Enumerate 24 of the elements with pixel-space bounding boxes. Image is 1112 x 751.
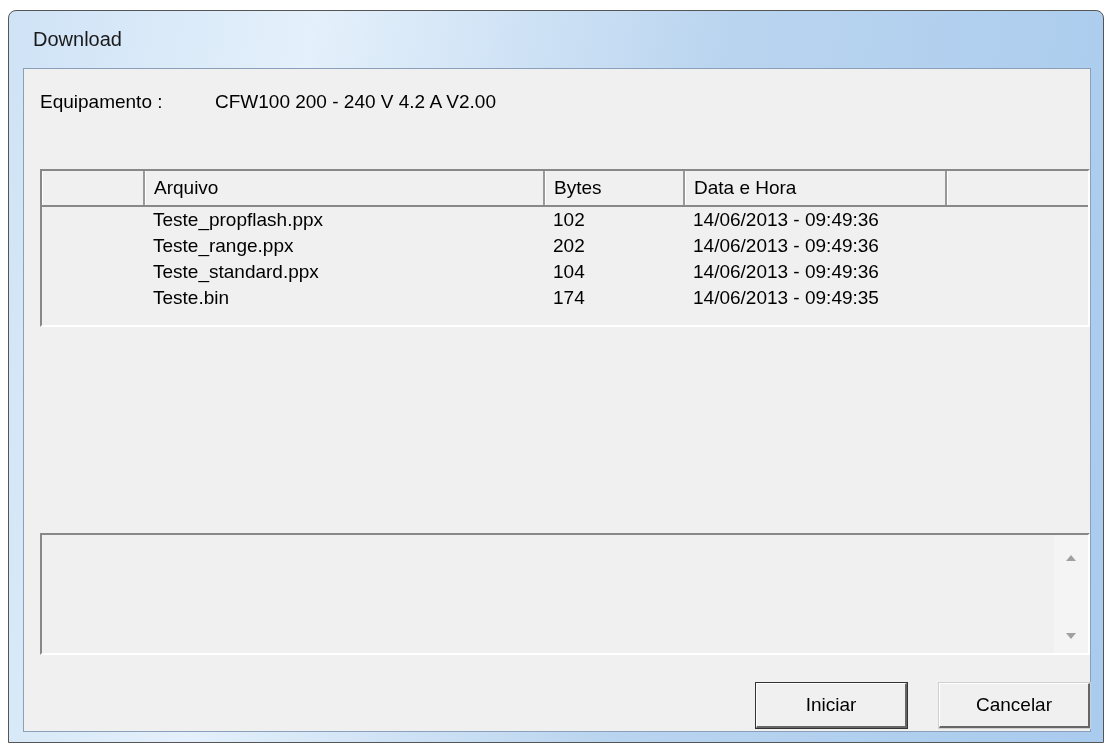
table-cell-text: 174 xyxy=(552,286,586,310)
table-cell-text: 14/06/2013 - 09:49:36 xyxy=(692,234,880,258)
table-cell-text: 102 xyxy=(552,208,586,232)
window-title: Download xyxy=(33,28,122,51)
column-header[interactable]: Bytes xyxy=(545,171,685,205)
table-cell-text: Teste_propflash.ppx xyxy=(152,208,325,233)
equipment-label: Equipamento : xyxy=(40,91,164,114)
table-cell-text: 104 xyxy=(552,260,586,284)
table-cell-text: Teste_range.ppx xyxy=(152,234,295,259)
table-cell-text: 202 xyxy=(552,234,586,258)
table-cell-text: 14/06/2013 - 09:49:36 xyxy=(692,208,880,232)
table-cell-text: Teste.bin xyxy=(152,286,231,310)
scroll-down-icon[interactable] xyxy=(1066,633,1076,639)
start-button[interactable]: Iniciar xyxy=(756,683,907,728)
equipment-value: CFW100 200 - 240 V 4.2 A V2.00 xyxy=(215,91,496,114)
scroll-up-icon[interactable] xyxy=(1066,555,1076,561)
cancel-button[interactable]: Cancelar xyxy=(939,683,1090,728)
column-header[interactable] xyxy=(42,171,145,205)
column-header[interactable]: Data e Hora xyxy=(685,171,947,205)
table-cell-text: 14/06/2013 - 09:49:35 xyxy=(692,286,880,310)
column-header[interactable]: Arquivo xyxy=(145,171,545,205)
table-cell-text: Teste_standard.ppx xyxy=(152,260,320,285)
log-box[interactable] xyxy=(40,533,1090,655)
table-cell-text: 14/06/2013 - 09:49:36 xyxy=(692,260,880,284)
